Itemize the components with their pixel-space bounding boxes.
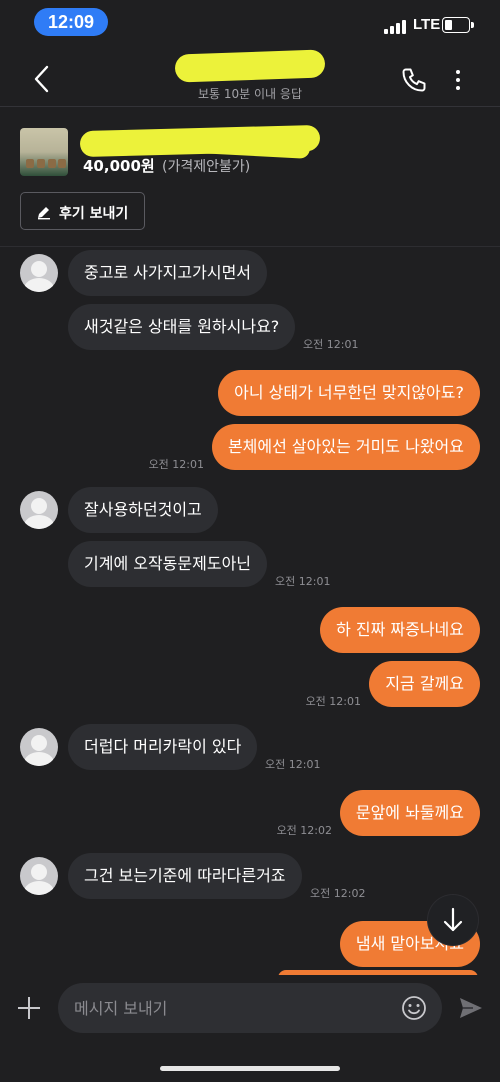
received-message-bubble[interactable]: 새것같은 상태를 원하시나요? xyxy=(68,304,296,350)
emoji-button[interactable] xyxy=(400,994,428,1022)
more-vertical-icon xyxy=(456,70,460,90)
message-input[interactable] xyxy=(58,983,442,1033)
signal-icon xyxy=(384,18,410,34)
plus-icon xyxy=(18,997,40,1019)
scroll-to-bottom-button[interactable] xyxy=(428,895,478,945)
pencil-icon xyxy=(38,207,50,220)
send-review-button[interactable]: 후기 보내기 xyxy=(20,192,145,230)
received-message-bubble[interactable]: 더럽다 머리카락이 있다 xyxy=(68,724,258,770)
message-timestamp: 오전 12:02 xyxy=(276,824,332,837)
home-indicator xyxy=(160,1066,340,1071)
send-button[interactable] xyxy=(457,994,485,1022)
more-options-button[interactable] xyxy=(450,66,466,94)
call-button[interactable] xyxy=(400,66,428,94)
received-message-bubble[interactable]: 중고로 사가지고가시면서 xyxy=(68,250,268,296)
arrow-down-icon xyxy=(443,907,463,932)
section-divider xyxy=(0,246,500,247)
avatar[interactable] xyxy=(20,491,58,529)
received-message-bubble[interactable]: 기계에 오작동문제도아닌 xyxy=(68,541,268,587)
sent-message-bubble[interactable]: 지금 갈께요 xyxy=(369,661,480,707)
message-timestamp: 오전 12:01 xyxy=(305,695,361,708)
received-message-bubble[interactable]: 그건 보는기준에 따라다른거죠 xyxy=(68,853,302,899)
message-timestamp: 오전 12:02 xyxy=(310,887,366,900)
message-timestamp: 오전 12:01 xyxy=(148,458,204,471)
redacted-user-name xyxy=(174,49,326,83)
received-message-bubble[interactable]: 잘사용하던것이고 xyxy=(68,487,218,533)
avatar[interactable] xyxy=(20,254,58,292)
status-time: 12:09 xyxy=(34,8,108,36)
sent-message-bubble[interactable]: 하 진짜 짜증나네요 xyxy=(320,607,480,653)
network-label: LTE xyxy=(413,16,441,33)
message-timestamp: 오전 12:01 xyxy=(275,575,331,588)
sent-message-bubble[interactable]: 아니 상태가 너무한던 맞지않아됴? xyxy=(218,370,480,416)
battery-icon xyxy=(442,17,474,33)
sent-message-bubble[interactable]: 문앞에 놔둘께요 xyxy=(339,790,480,836)
product-thumbnail[interactable] xyxy=(20,128,68,176)
message-timestamp: 오전 12:01 xyxy=(265,758,321,771)
product-price: 40,000원 xyxy=(83,157,155,175)
message-timestamp: 오전 12:01 xyxy=(303,338,359,351)
avatar[interactable] xyxy=(20,728,58,766)
sent-message-bubble[interactable]: 본체에선 살아있는 거미도 나왔어요 xyxy=(211,424,480,470)
phone-icon xyxy=(402,68,426,92)
attach-button[interactable] xyxy=(16,995,42,1021)
avatar[interactable] xyxy=(20,857,58,895)
price-note: (가격제안불가) xyxy=(162,159,251,175)
header-divider xyxy=(0,106,500,107)
send-review-label: 후기 보내기 xyxy=(59,206,129,222)
smiley-icon xyxy=(402,996,426,1020)
send-arrow-icon xyxy=(460,998,482,1018)
